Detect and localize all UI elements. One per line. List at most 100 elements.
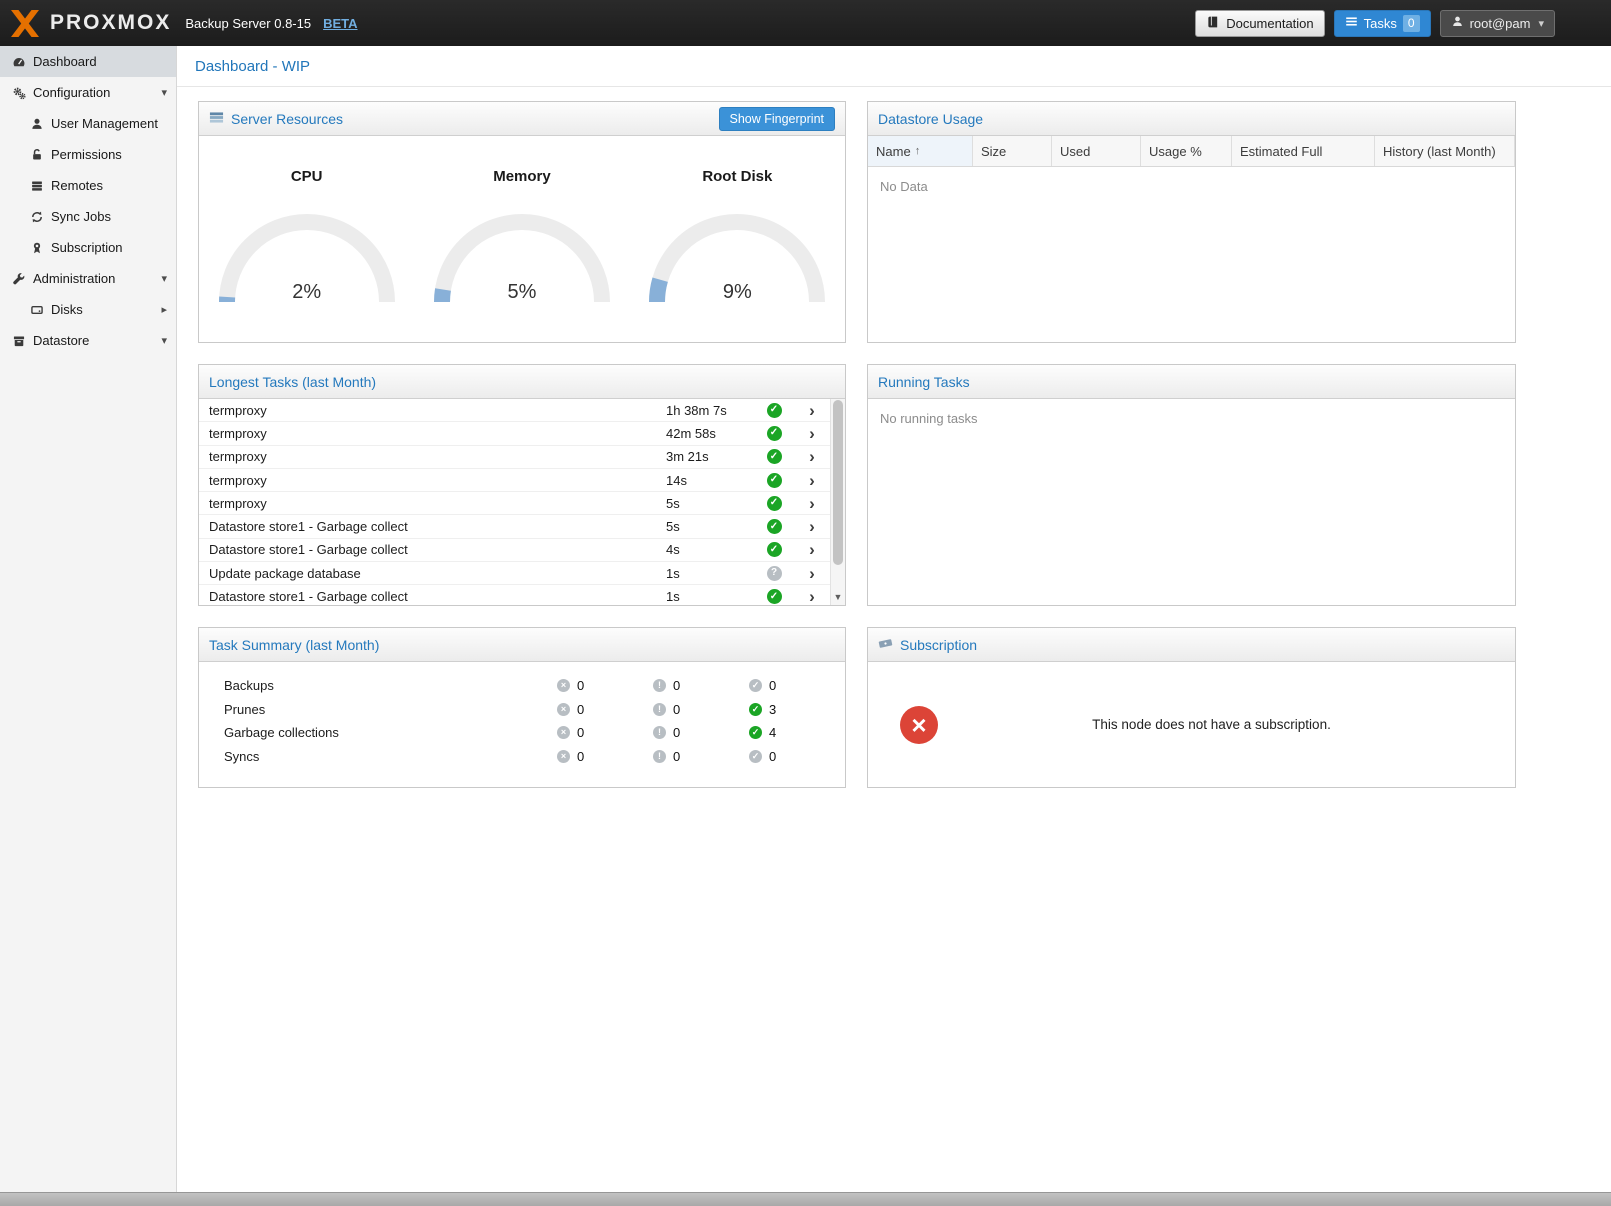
sidebar-item-disks[interactable]: Disks ▸ xyxy=(0,294,176,325)
running-tasks-header: Running Tasks xyxy=(868,365,1515,399)
gauge-label: Root Disk xyxy=(702,168,772,185)
gauge-arc: 2% xyxy=(217,209,397,304)
chevron-right-icon[interactable]: › xyxy=(794,495,830,512)
chevron-down-icon[interactable]: ▾ xyxy=(161,334,167,347)
tasks-button[interactable]: Tasks 0 xyxy=(1334,10,1431,37)
status-ok-icon: ✓ xyxy=(767,473,782,488)
ok-icon: ✓ xyxy=(749,726,762,739)
sidebar-item-label: Administration xyxy=(33,271,115,286)
task-row[interactable]: termproxy3m 21s✓› xyxy=(199,446,830,469)
chevron-right-icon[interactable]: › xyxy=(794,588,830,605)
warning-icon: ! xyxy=(653,726,666,739)
summary-label: Syncs xyxy=(199,749,557,764)
task-summary-panel: Task Summary (last Month) Backups×0!0✓0P… xyxy=(198,627,846,788)
sidebar-item-configuration[interactable]: Configuration ▾ xyxy=(0,77,176,108)
summary-count: 0 xyxy=(577,749,584,764)
chevron-right-icon[interactable]: › xyxy=(794,541,830,558)
ok-icon: ✓ xyxy=(749,703,762,716)
task-row[interactable]: Update package database1s?› xyxy=(199,562,830,585)
user-icon xyxy=(30,117,51,131)
chevron-right-icon[interactable]: › xyxy=(794,425,830,442)
sidebar-item-datastore[interactable]: Datastore▾ xyxy=(0,325,176,356)
sidebar-item-permissions[interactable]: Permissions xyxy=(0,139,176,170)
show-fingerprint-button[interactable]: Show Fingerprint xyxy=(719,107,836,131)
task-duration: 4s xyxy=(666,542,754,557)
column-header-estimated-full[interactable]: Estimated Full xyxy=(1232,136,1375,166)
documentation-label: Documentation xyxy=(1226,16,1313,31)
sidebar-item-label: User Management xyxy=(51,116,158,131)
error-icon: × xyxy=(557,726,570,739)
datastore-table-header: Name↑ Size Used Usage %Estimated FullHistor… xyxy=(868,136,1515,167)
task-row[interactable]: Datastore store1 - Garbage collect4s✓› xyxy=(199,539,830,562)
warning-icon: ! xyxy=(653,750,666,763)
longest-tasks-header: Longest Tasks (last Month) xyxy=(199,365,845,399)
chevron-right-icon[interactable]: › xyxy=(794,518,830,535)
task-duration: 5s xyxy=(666,496,754,511)
brand: PROXMOX Backup Server 0.8-15 BETA xyxy=(10,10,358,37)
column-header-history-last-month-[interactable]: History (last Month) xyxy=(1375,136,1515,166)
user-menu-button[interactable]: root@pam ▾ xyxy=(1440,10,1555,37)
error-icon: × xyxy=(557,679,570,692)
column-header-name[interactable]: Name↑ xyxy=(868,136,973,166)
documentation-button[interactable]: Documentation xyxy=(1195,10,1324,37)
sidebar-item-sync-jobs[interactable]: Sync Jobs xyxy=(0,201,176,232)
column-header-size[interactable]: Size xyxy=(973,136,1052,166)
subscription-panel: Subscription × This node does not have a… xyxy=(867,627,1516,788)
summary-count: 0 xyxy=(577,678,584,693)
gauge-root-disk: Root Disk 9% xyxy=(630,168,845,304)
task-row[interactable]: termproxy14s✓› xyxy=(199,469,830,492)
column-header-used[interactable]: Used xyxy=(1052,136,1141,166)
beta-link[interactable]: BETA xyxy=(323,16,357,31)
task-row[interactable]: termproxy1h 38m 7s✓› xyxy=(199,399,830,422)
task-name: Datastore store1 - Garbage collect xyxy=(199,519,666,534)
running-tasks-panel: Running Tasks No running tasks xyxy=(867,364,1516,606)
sidebar-item-user-management[interactable]: User Management xyxy=(0,108,176,139)
status-unknown-icon: ? xyxy=(767,566,782,581)
scrollbar[interactable]: ▼ xyxy=(830,399,845,605)
error-icon: × xyxy=(557,750,570,763)
sync-icon xyxy=(30,210,51,224)
chevron-down-icon[interactable]: ▾ xyxy=(161,272,167,285)
task-duration: 42m 58s xyxy=(666,426,754,441)
sidebar-item-remotes[interactable]: Remotes xyxy=(0,170,176,201)
task-row[interactable]: termproxy42m 58s✓› xyxy=(199,422,830,445)
proxmox-wordmark: PROXMOX xyxy=(50,11,171,35)
gauge-arc: 9% xyxy=(647,209,827,304)
task-duration: 1h 38m 7s xyxy=(666,403,754,418)
tasks-count-badge: 0 xyxy=(1403,15,1420,32)
task-duration: 5s xyxy=(666,519,754,534)
scrollbar-thumb[interactable] xyxy=(833,400,843,565)
chevron-right-icon[interactable]: › xyxy=(794,565,830,582)
summary-count: 0 xyxy=(577,725,584,740)
column-label: Size xyxy=(981,144,1006,159)
column-header-usage-[interactable]: Usage % xyxy=(1141,136,1232,166)
gauge-value: 5% xyxy=(432,281,612,304)
task-name: Update package database xyxy=(199,566,666,581)
task-row[interactable]: termproxy5s✓› xyxy=(199,492,830,515)
chevron-right-icon[interactable]: ▸ xyxy=(161,303,167,316)
user-icon xyxy=(1451,15,1464,31)
proxmox-logo-icon xyxy=(10,10,40,37)
task-row[interactable]: Datastore store1 - Garbage collect5s✓› xyxy=(199,515,830,538)
chevron-right-icon[interactable]: › xyxy=(794,402,830,419)
summary-count: 0 xyxy=(769,749,776,764)
ribbon-icon xyxy=(30,241,51,255)
summary-label: Garbage collections xyxy=(199,725,557,740)
chevron-right-icon[interactable]: › xyxy=(794,472,830,489)
chevron-right-icon[interactable]: › xyxy=(794,448,830,465)
sidebar-item-subscription[interactable]: Subscription xyxy=(0,232,176,263)
column-label: Used xyxy=(1060,144,1090,159)
gauge-memory: Memory5% xyxy=(414,168,629,304)
summary-count: 0 xyxy=(673,702,680,717)
scroll-down-icon[interactable]: ▼ xyxy=(831,590,845,604)
sidebar-item-administration[interactable]: Administration ▾ xyxy=(0,263,176,294)
sidebar-item-dashboard[interactable]: Dashboard xyxy=(0,46,176,77)
sidebar-item-label: Configuration xyxy=(33,85,110,100)
running-tasks-title: Running Tasks xyxy=(878,374,970,390)
chevron-down-icon[interactable]: ▾ xyxy=(161,86,167,99)
sidebar-item-label: Permissions xyxy=(51,147,122,162)
longest-tasks-title: Longest Tasks (last Month) xyxy=(209,374,376,390)
task-row[interactable]: Datastore store1 - Garbage collect1s✓› xyxy=(199,585,830,605)
book-icon xyxy=(1206,15,1220,32)
sidebar-item-label: Disks xyxy=(51,302,83,317)
